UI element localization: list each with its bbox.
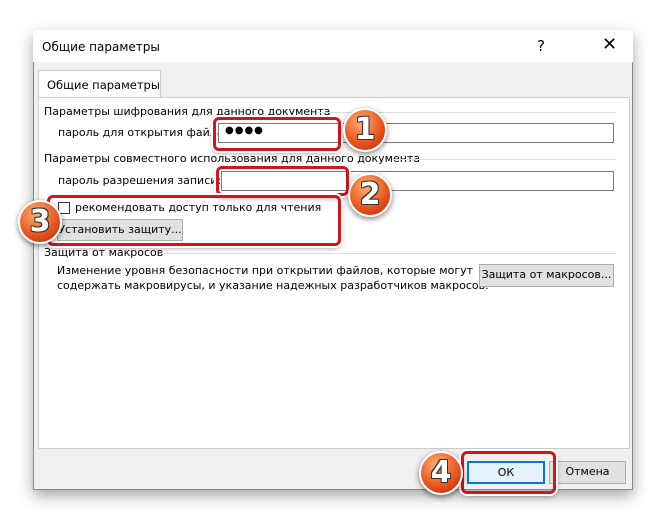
dialog-title: Общие параметры bbox=[42, 40, 160, 54]
tab-general[interactable]: Общие параметры bbox=[38, 70, 161, 98]
open-password-label: пароль для открытия файла: bbox=[58, 126, 228, 139]
step-badge-2: 2 bbox=[348, 173, 392, 217]
highlight-ok bbox=[461, 451, 556, 494]
close-icon[interactable]: ✕ bbox=[602, 34, 617, 55]
divider bbox=[392, 159, 616, 160]
macro-security-button[interactable]: Защита от макросов... bbox=[479, 264, 614, 287]
macro-description-1: Изменение уровня безопасности при открыт… bbox=[57, 264, 474, 277]
write-password-label: пароль разрешения записи: bbox=[58, 174, 222, 187]
highlight-open-password bbox=[213, 117, 341, 151]
cancel-button[interactable]: Отмена bbox=[549, 461, 626, 484]
macro-description-2: содержать макровирусы, и указание надежн… bbox=[57, 279, 489, 292]
sharing-header: Параметры совместного использования для … bbox=[44, 152, 421, 165]
highlight-readonly-group bbox=[47, 195, 341, 246]
step-badge-4: 4 bbox=[419, 451, 463, 495]
highlight-write-password bbox=[216, 166, 349, 196]
divider bbox=[160, 253, 616, 254]
step-badge-3: 3 bbox=[18, 200, 62, 244]
macro-header: Защита от макросов bbox=[44, 246, 164, 259]
step-badge-1: 1 bbox=[343, 108, 387, 152]
help-icon[interactable]: ? bbox=[537, 37, 545, 55]
